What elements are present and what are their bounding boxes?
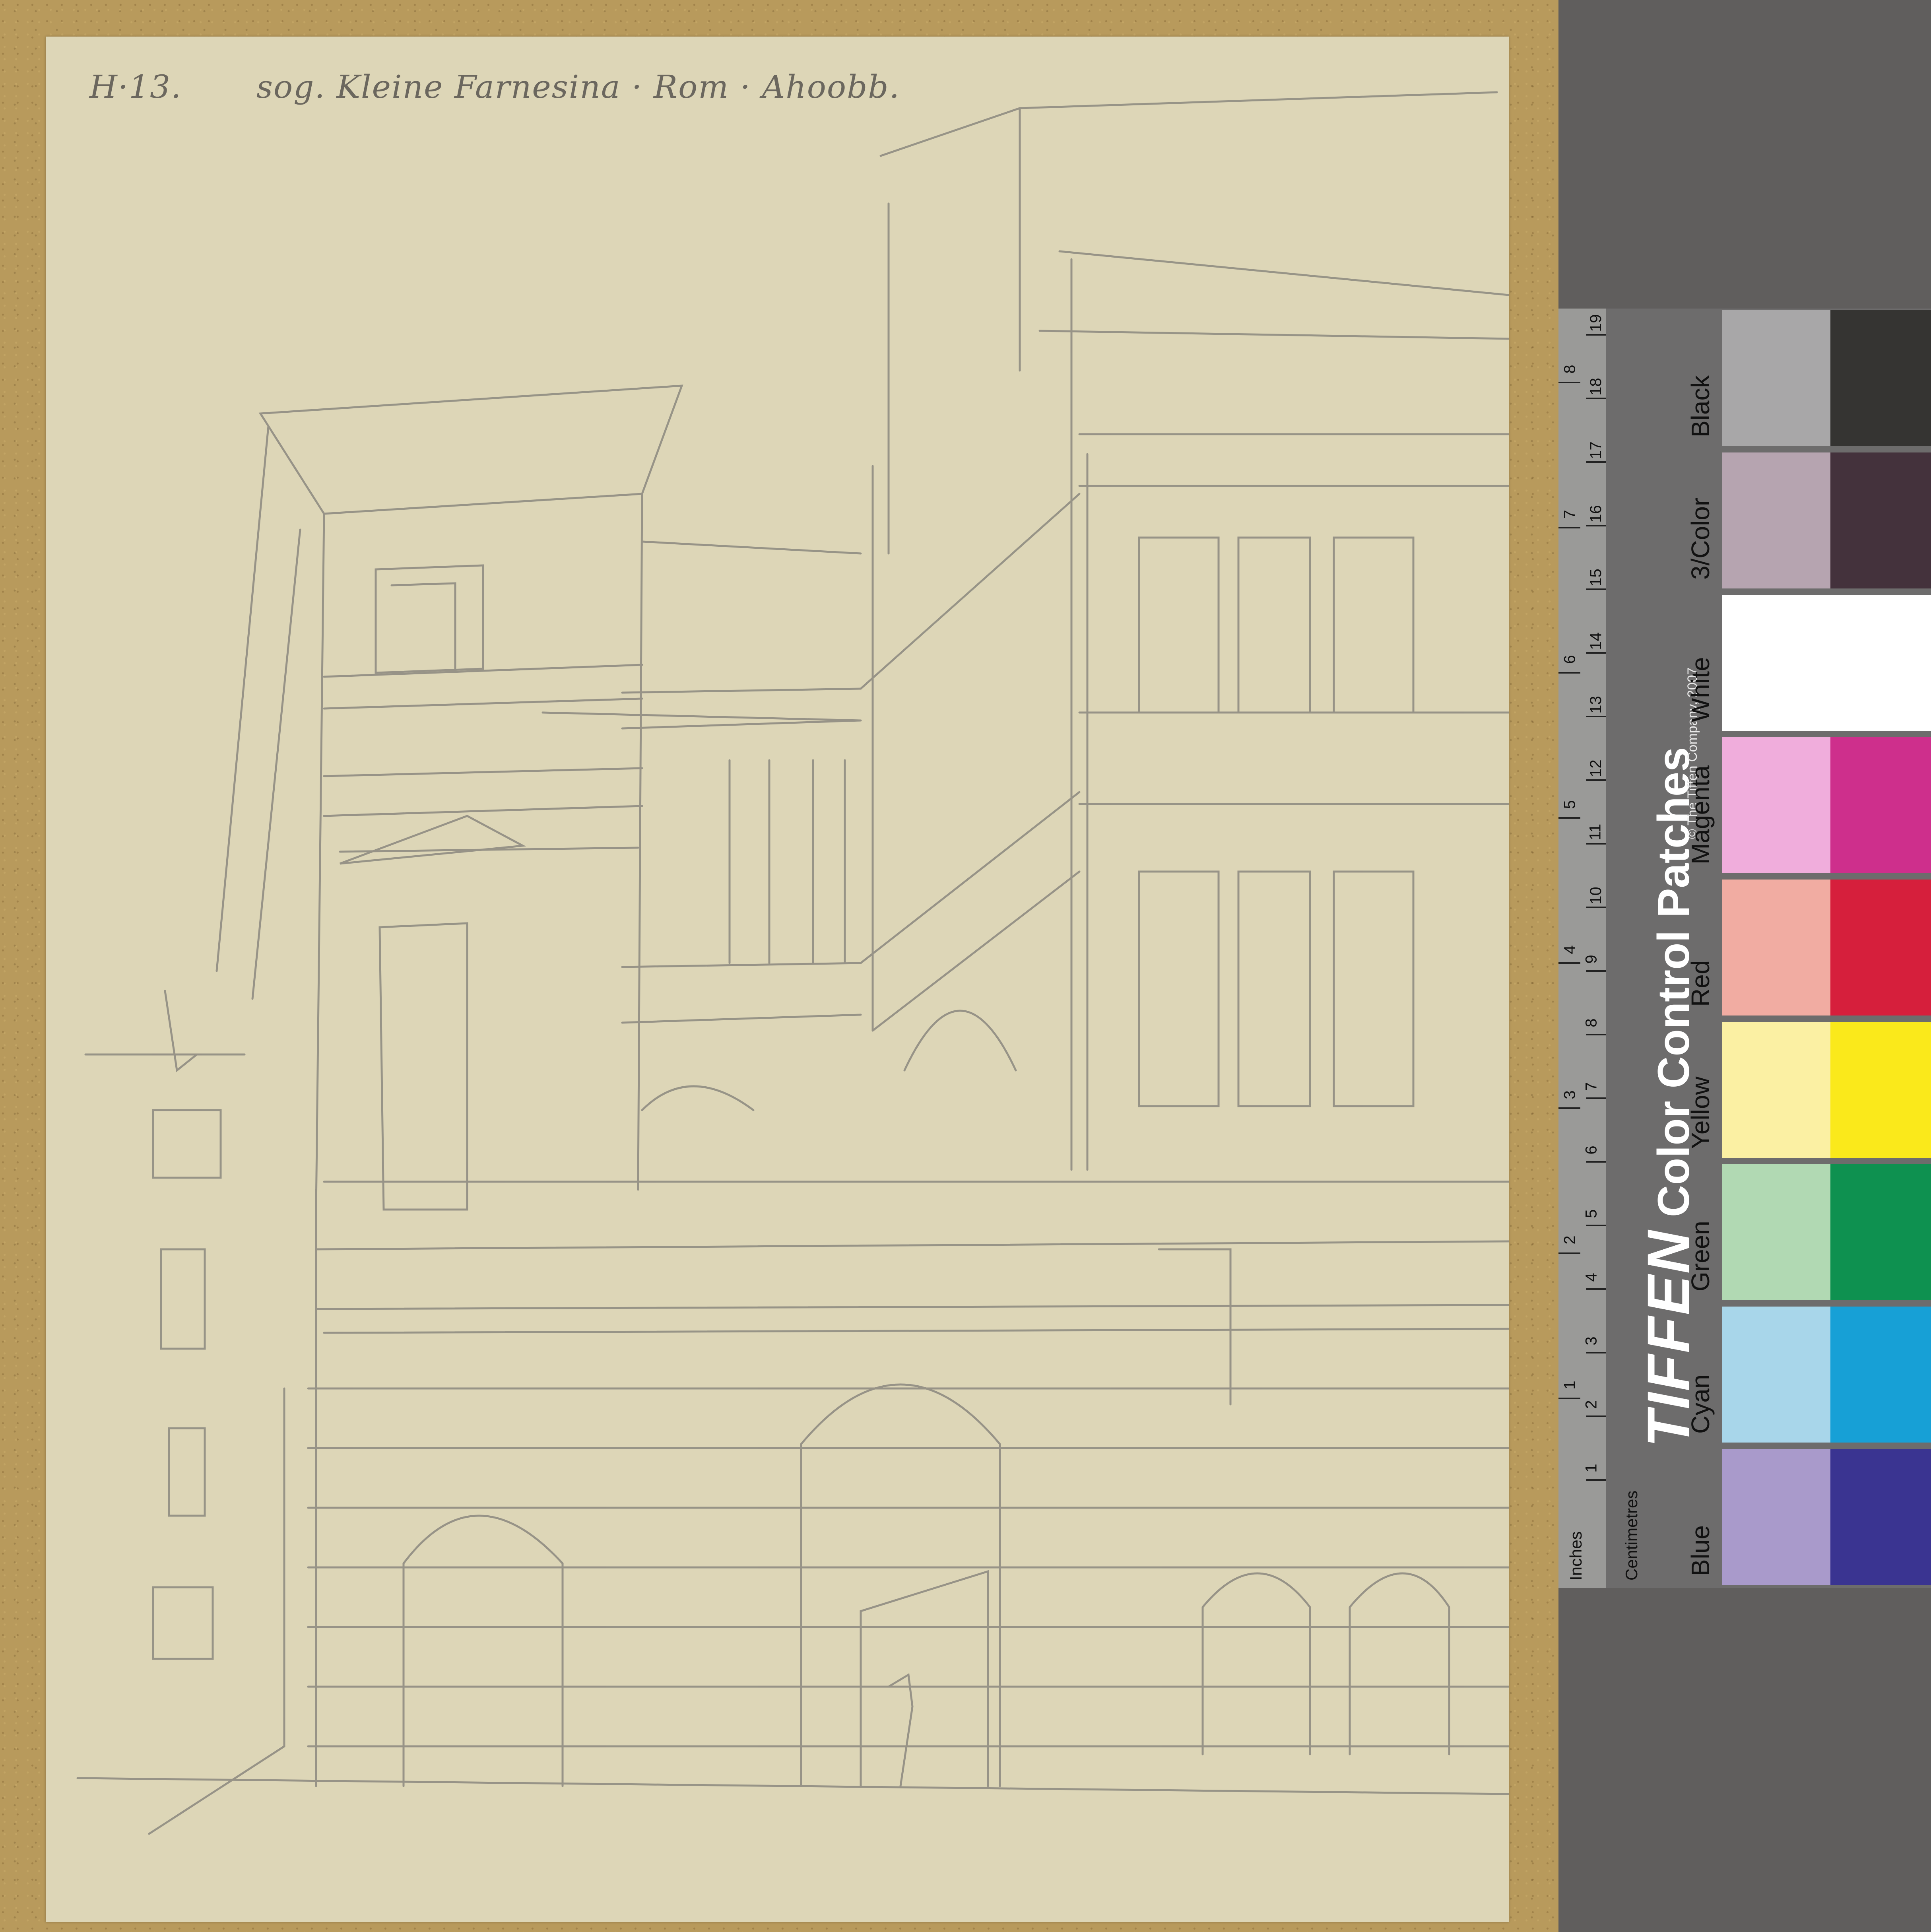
cm-mark: 3 [1582,1336,1600,1346]
patch-label: White [1686,657,1715,722]
cm-tick [1586,843,1606,845]
patch-magenta-light [1722,737,1830,873]
cm-mark: 13 [1587,696,1605,714]
cm-tick [1586,1352,1606,1353]
patch-green-light [1722,1164,1830,1300]
cm-tick [1586,1034,1606,1035]
cm-mark: 12 [1587,759,1605,777]
cm-mark: 2 [1582,1400,1600,1409]
inch-mark: 8 [1561,365,1579,374]
cm-tick [1586,1097,1606,1099]
patch-label: Magenta [1686,765,1715,864]
inch-tick [1558,382,1580,383]
inch-tick [1558,1398,1580,1399]
patch-label: 3/Color [1686,497,1715,580]
patch-white-dark [1830,595,1931,731]
cm-mark: 8 [1582,1018,1600,1027]
ruler-inches-label: Inches [1566,1531,1585,1581]
patch-blue-light [1722,1449,1830,1585]
inch-mark: 1 [1561,1381,1579,1390]
inch-mark: 7 [1561,510,1579,519]
patch-black-dark [1830,310,1931,446]
patch-yellow-light [1722,1022,1830,1158]
patch-white-light [1722,595,1830,731]
inch-tick [1558,527,1580,528]
cm-tick [1586,525,1606,526]
cm-tick [1586,970,1606,972]
patch-cyan-light [1722,1307,1830,1443]
inch-mark: 2 [1561,1235,1579,1245]
patch-3color-dark [1830,452,1931,588]
patch-label: Blue [1686,1525,1715,1576]
cm-tick [1586,398,1606,399]
pencil-sketch [76,91,1509,1835]
inch-mark: 5 [1561,800,1579,809]
cm-mark: 4 [1582,1273,1600,1282]
patch-magenta-dark [1830,737,1931,873]
patch-cyan-dark [1830,1307,1931,1443]
cm-tick [1586,652,1606,654]
cm-mark: 16 [1587,505,1605,523]
inch-tick [1558,1252,1580,1254]
inch-tick [1558,1107,1580,1109]
cm-mark: 11 [1586,823,1604,841]
cm-mark: 17 [1587,441,1605,459]
patch-label: Cyan [1686,1374,1715,1434]
patch-label: Yellow [1686,1076,1715,1149]
inch-tick [1558,817,1580,819]
cm-mark: 1 [1582,1464,1600,1473]
inch-mark: 3 [1561,1090,1579,1099]
inch-tick [1558,672,1580,674]
patch-label: Black [1686,375,1715,438]
cm-tick [1586,1479,1606,1481]
ruler-centimetres-label: Centimetres [1622,1490,1641,1581]
ruler: 1 2 3 4 5 6 7 8 1 2 3 4 5 6 7 8 9 10 11 12 13 14 15 16 17 18 19 [1558,309,1606,1588]
drawing-sheet: H·13. sog. Kleine Farnesina · Rom · Ahoo… [46,37,1509,1922]
patch-label: Green [1686,1221,1715,1291]
cm-tick [1586,461,1606,463]
cm-mark: 7 [1582,1082,1600,1091]
cm-tick [1586,1225,1606,1226]
cm-mark: 15 [1587,569,1605,586]
cm-mark: 6 [1582,1146,1600,1155]
cm-tick [1586,716,1606,717]
cm-tick [1586,1416,1606,1417]
cm-tick [1586,779,1606,781]
inch-mark: 6 [1561,655,1579,664]
cm-tick [1586,907,1606,908]
cm-tick [1586,588,1606,590]
patch-red-light [1722,880,1830,1016]
patch-yellow-dark [1830,1022,1931,1158]
patch-green-dark [1830,1164,1931,1300]
patch-red-dark [1830,880,1931,1016]
patch-black-light [1722,310,1830,446]
cm-tick [1586,1288,1606,1290]
inch-tick [1558,962,1580,964]
cm-tick [1586,334,1606,336]
patch-3color-light [1722,452,1830,588]
cm-mark: 9 [1582,955,1600,964]
cm-mark: 18 [1587,378,1605,396]
cm-tick [1586,1161,1606,1163]
cm-mark: 10 [1587,887,1605,905]
cm-mark: 5 [1582,1209,1600,1218]
cm-mark: 14 [1587,632,1605,650]
patch-blue-dark [1830,1449,1931,1585]
inch-mark: 4 [1561,945,1579,954]
cm-mark: 19 [1587,314,1605,332]
patch-label: Red [1686,960,1715,1007]
